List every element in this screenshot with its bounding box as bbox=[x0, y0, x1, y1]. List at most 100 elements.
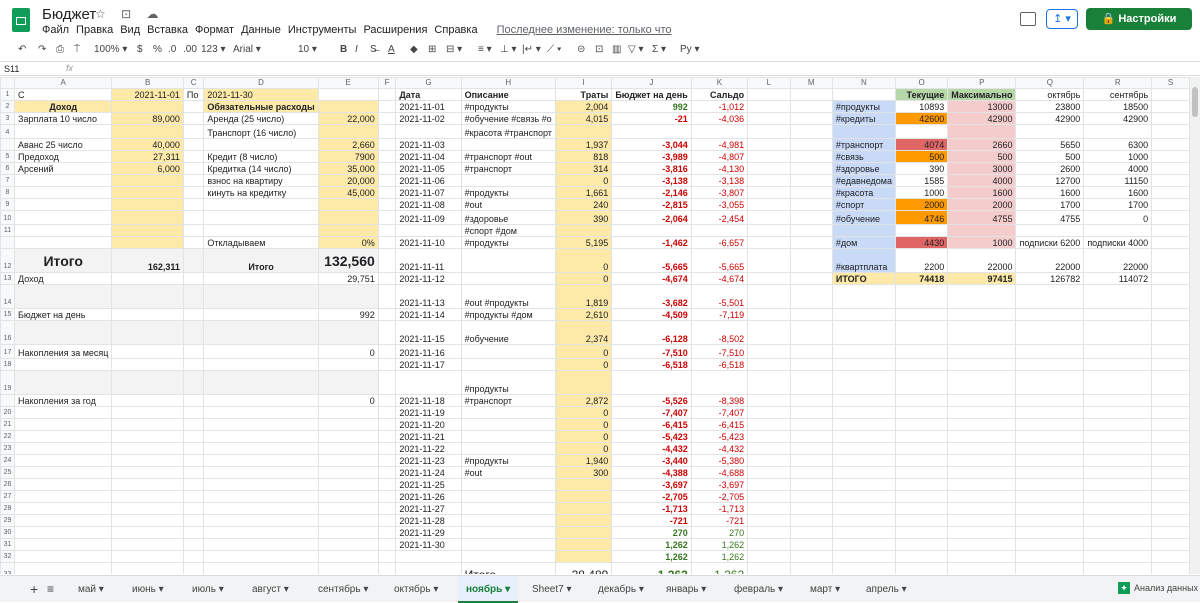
cell[interactable] bbox=[747, 514, 791, 527]
cell[interactable]: 162,311 bbox=[111, 248, 184, 273]
cell[interactable] bbox=[789, 162, 833, 175]
cell[interactable]: 2021-11-25 bbox=[395, 478, 462, 491]
cell[interactable] bbox=[317, 210, 379, 225]
cell[interactable] bbox=[395, 224, 462, 237]
column-header[interactable]: R bbox=[1083, 77, 1153, 89]
cell[interactable] bbox=[1151, 502, 1190, 515]
cell[interactable] bbox=[377, 538, 397, 551]
cell[interactable] bbox=[14, 490, 113, 503]
cell[interactable] bbox=[460, 418, 556, 431]
cell[interactable] bbox=[831, 370, 896, 395]
cell[interactable] bbox=[1151, 124, 1190, 139]
cell[interactable]: #связь bbox=[831, 150, 896, 163]
cell[interactable]: -2,454 bbox=[690, 210, 749, 225]
cell[interactable] bbox=[111, 210, 184, 225]
cell[interactable] bbox=[1151, 186, 1190, 199]
cell[interactable] bbox=[831, 454, 896, 467]
cell[interactable] bbox=[1151, 430, 1190, 443]
cell[interactable] bbox=[203, 454, 319, 467]
cell[interactable] bbox=[203, 358, 319, 371]
cell[interactable]: -5,665 bbox=[690, 248, 749, 273]
cell[interactable]: 0 bbox=[554, 272, 613, 285]
cell[interactable] bbox=[111, 174, 184, 187]
row-header[interactable]: 17 bbox=[0, 344, 16, 359]
cell[interactable]: Текущие bbox=[894, 88, 949, 101]
row-header[interactable]: 7 bbox=[0, 174, 16, 187]
cell[interactable] bbox=[747, 526, 791, 539]
cell[interactable]: 2021-11-21 bbox=[395, 430, 462, 443]
cell[interactable] bbox=[789, 538, 833, 551]
cell[interactable] bbox=[1151, 358, 1190, 371]
cell[interactable] bbox=[14, 466, 113, 479]
cell[interactable]: 2021-11-18 bbox=[395, 394, 462, 407]
cell[interactable] bbox=[947, 406, 1017, 419]
cell[interactable]: 500 bbox=[947, 150, 1017, 163]
input-tools-icon[interactable]: Ру ▾ bbox=[680, 44, 699, 55]
cell[interactable] bbox=[111, 394, 184, 407]
cell[interactable] bbox=[182, 442, 205, 455]
cell[interactable] bbox=[460, 430, 556, 443]
cell[interactable] bbox=[111, 124, 184, 139]
cell[interactable] bbox=[182, 162, 205, 175]
cell[interactable] bbox=[111, 478, 184, 491]
cell[interactable]: 27,311 bbox=[111, 150, 184, 163]
cell[interactable] bbox=[111, 100, 184, 113]
cell[interactable] bbox=[1151, 320, 1190, 345]
cell[interactable]: 4000 bbox=[1083, 162, 1153, 175]
cell[interactable] bbox=[1015, 514, 1085, 527]
cell[interactable] bbox=[1083, 418, 1153, 431]
cell[interactable]: -3,682 bbox=[611, 284, 692, 309]
cell[interactable] bbox=[1015, 418, 1085, 431]
cell[interactable]: #здоровье bbox=[460, 210, 556, 225]
cell[interactable] bbox=[182, 538, 205, 551]
cell[interactable]: #транспорт bbox=[831, 138, 896, 151]
cell[interactable] bbox=[317, 124, 379, 139]
cell[interactable]: 2021-11-14 bbox=[395, 308, 462, 321]
share-button[interactable]: 🔒 Настройки Доступа bbox=[1086, 8, 1192, 47]
print-icon[interactable]: ⎙ bbox=[56, 44, 64, 55]
cell[interactable]: -1,012 bbox=[690, 100, 749, 113]
cell[interactable]: 1700 bbox=[1015, 198, 1085, 211]
cell[interactable] bbox=[317, 88, 379, 101]
cell[interactable] bbox=[395, 550, 462, 563]
horizontal-align-icon[interactable]: ≡ ▾ bbox=[478, 44, 492, 55]
cell[interactable] bbox=[747, 478, 791, 491]
cell[interactable] bbox=[611, 124, 692, 139]
vertical-scrollbar[interactable] bbox=[1190, 77, 1200, 574]
menu-tools[interactable]: Инструменты bbox=[288, 24, 357, 36]
cell[interactable] bbox=[460, 550, 556, 563]
cell[interactable]: -6,415 bbox=[690, 418, 749, 431]
cell[interactable]: -7,510 bbox=[690, 344, 749, 359]
cell[interactable]: 22000 bbox=[1015, 248, 1085, 273]
text-rotate-icon[interactable]: ⟋ ▾ bbox=[547, 44, 562, 55]
cell[interactable] bbox=[377, 320, 397, 345]
cell[interactable] bbox=[831, 502, 896, 515]
cell[interactable] bbox=[1083, 538, 1153, 551]
cell[interactable]: 23800 bbox=[1015, 100, 1085, 113]
cell[interactable]: 2021-11-28 bbox=[395, 514, 462, 527]
cell[interactable] bbox=[14, 186, 113, 199]
insert-comment-icon[interactable]: ⊡ bbox=[595, 44, 603, 55]
cell[interactable] bbox=[947, 370, 1017, 395]
cell[interactable]: #продукты bbox=[460, 370, 556, 395]
cell[interactable] bbox=[747, 224, 791, 237]
cell[interactable] bbox=[1151, 418, 1190, 431]
cell[interactable]: -4,674 bbox=[690, 272, 749, 285]
cell[interactable] bbox=[789, 138, 833, 151]
cell[interactable] bbox=[111, 406, 184, 419]
cell[interactable] bbox=[690, 124, 749, 139]
decrease-decimal-button[interactable]: .0 bbox=[168, 44, 176, 55]
cell[interactable] bbox=[14, 406, 113, 419]
row-header[interactable]: 27 bbox=[0, 490, 16, 503]
cell[interactable]: 2021-11-29 bbox=[395, 526, 462, 539]
cell[interactable]: -4,388 bbox=[611, 466, 692, 479]
cell[interactable] bbox=[747, 406, 791, 419]
cell[interactable] bbox=[747, 466, 791, 479]
cell[interactable] bbox=[831, 478, 896, 491]
cell[interactable]: 2660 bbox=[947, 138, 1017, 151]
cell[interactable] bbox=[1015, 502, 1085, 515]
cell[interactable] bbox=[317, 224, 379, 237]
cell[interactable]: -4,981 bbox=[690, 138, 749, 151]
cell[interactable]: -6,518 bbox=[690, 358, 749, 371]
cell[interactable] bbox=[317, 284, 379, 309]
